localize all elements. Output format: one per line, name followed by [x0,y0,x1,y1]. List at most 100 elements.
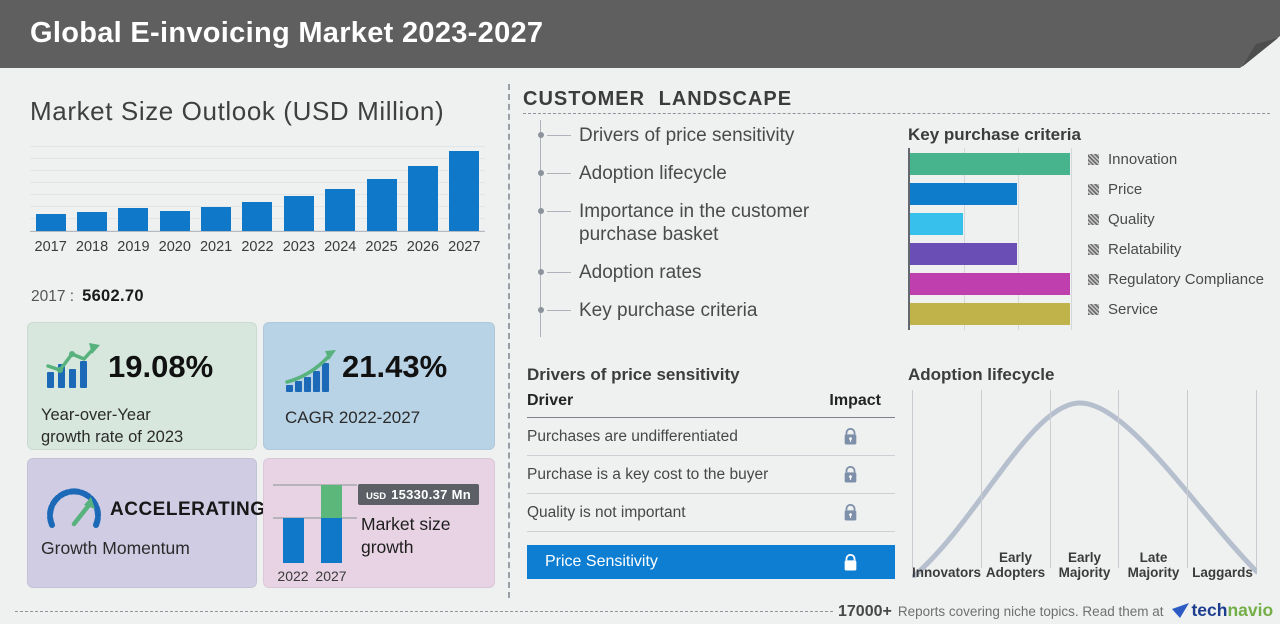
market-bar-2020 [159,211,190,231]
legend-swatch-icon [1088,154,1099,165]
key-purchase-criteria-chart [908,148,1072,330]
legend-item: Quality [1088,211,1264,228]
driver-name: Quality is not important [527,503,686,521]
criteria-bar [910,183,1017,205]
market-year-label: 2025 [365,239,398,255]
market-bar-2026 [407,166,438,231]
badge-currency: USD [366,491,387,502]
driver-row: Quality is not important [527,494,895,532]
stage-label-line: Laggards [1192,565,1253,580]
market-year-label: 2021 [199,239,233,255]
growth-bars-icon [285,350,336,392]
legend-label: Regulatory Compliance [1108,271,1264,288]
criteria-bar [910,273,1070,295]
market-bar-column [402,146,443,231]
stage-label-line: Majority [1127,565,1180,580]
cagr-value: 21.43% [342,349,448,384]
legend-label: Relatability [1108,241,1182,258]
lifecycle-stage-label: Early Majority [1050,538,1119,580]
legend-label: Service [1108,301,1159,318]
yoy-growth-card: 19.08% Year-over-Year growth rate of 202… [27,322,257,450]
market-bar-column [320,146,361,231]
market-bar-2017 [35,214,66,231]
legend-item: Innovation [1088,151,1264,168]
lifecycle-stage-label: Early Adopters [981,538,1050,580]
legend-label: Quality [1108,211,1155,228]
badge-amount: 15330.37 Mn [391,487,471,502]
driver-column-header: Driver [527,392,574,409]
landscape-item: Drivers of price sensitivity [537,124,840,147]
legend-swatch-icon [1088,304,1099,315]
market-bar-column [444,146,485,231]
landscape-item-label: Key purchase criteria [579,300,758,321]
market-bar-column [361,146,402,231]
market-outlook-title: Market Size Outlook (USD Million) [30,96,445,126]
lock-icon [844,428,857,445]
stage-label-line: Early [1068,550,1102,565]
market-bar-2025 [366,179,397,231]
mini-growth-chart: 2022 2027 [273,484,357,584]
driver-row: Purchases are undifferentiated [527,418,895,456]
market-bar-2022 [242,202,273,231]
driver-name: Purchase is a key cost to the buyer [527,465,769,483]
market-bar-column [237,146,278,231]
customer-landscape-rule [523,113,1270,114]
adoption-lifecycle-title: Adoption lifecycle [908,365,1055,384]
legend-swatch-icon [1088,184,1099,195]
price-sensitivity-label: Price Sensitivity [545,553,658,570]
drivers-table-rows: Purchases are undifferentiated Purchase i… [527,418,895,532]
market-year-label: 2017 [34,239,67,255]
market-year-label: 2022 [241,239,274,255]
market-year-label: 2026 [406,239,440,255]
momentum-label: Growth Momentum [41,538,190,558]
drivers-title: Drivers of price sensitivity [527,365,740,384]
cagr-label: CAGR 2022-2027 [285,408,421,427]
legend-item: Price [1088,181,1264,198]
yoy-growth-label: Year-over-Year growth rate of 2023 [41,406,184,446]
market-size-years: 2017 2018 2019 2020 2021 2022 2023 2024 2025 2026… [30,239,485,255]
market-year-label: 2018 [75,239,109,255]
landscape-item: Adoption rates [537,261,840,284]
criteria-bar [910,243,1017,265]
market-year-label: 2027 [448,239,481,255]
mini-chart-year-2022: 2022 [277,568,308,584]
brand-navio: navio [1227,600,1274,620]
vertical-divider [508,84,510,598]
price-sensitivity-row: Price Sensitivity [527,545,895,579]
criteria-bar [910,153,1070,175]
technavio-arrow-icon [1172,603,1190,618]
cagr-card: 21.43% CAGR 2022-2027 [263,322,495,450]
legend-label: Innovation [1108,151,1178,168]
key-purchase-criteria-legend: Innovation Price Quality Relatability Regula… [1088,151,1264,332]
landscape-item-label: Drivers of price sensitivity [579,125,795,146]
lifecycle-stage-label: Laggards [1188,538,1257,580]
landscape-item-label: Adoption rates [579,262,702,283]
stage-label-line: Early [999,550,1033,565]
speedometer-icon [47,488,101,528]
momentum-value: ACCELERATING [110,499,266,520]
reports-count: 17000+ [838,603,892,620]
brand-tech: tech [1191,600,1228,620]
stage-label-line: Adopters [985,565,1046,580]
gridline [1071,148,1072,330]
landscape-item-label: Importance in the customer purchase bask… [579,201,810,245]
stage-label-line: Majority [1058,565,1111,580]
yoy-growth-value: 19.08% [108,349,214,384]
legend-swatch-icon [1088,244,1099,255]
market-bar-column [71,146,112,231]
driver-name: Purchases are undifferentiated [527,427,738,445]
drivers-table: Driver Impact Purchases are undifferenti… [527,392,895,532]
market-bar-2019 [118,208,149,231]
legend-swatch-icon [1088,214,1099,225]
market-growth-card: 2022 2027 USD 15330.37 Mn Market size gr… [263,458,495,588]
market-2017-callout: 2017 : 5602.70 [31,287,144,306]
page-curl-decoration [1240,36,1280,68]
impact-column-header: Impact [829,392,881,409]
legend-item: Relatability [1088,241,1264,258]
legend-item: Service [1088,301,1264,318]
market-bar-column [113,146,154,231]
market-year-label: 2023 [282,239,315,255]
market-bar-column [195,146,236,231]
driver-row: Purchase is a key cost to the buyer [527,456,895,494]
customer-landscape-list: Drivers of price sensitivity Adoption lif… [537,120,840,337]
